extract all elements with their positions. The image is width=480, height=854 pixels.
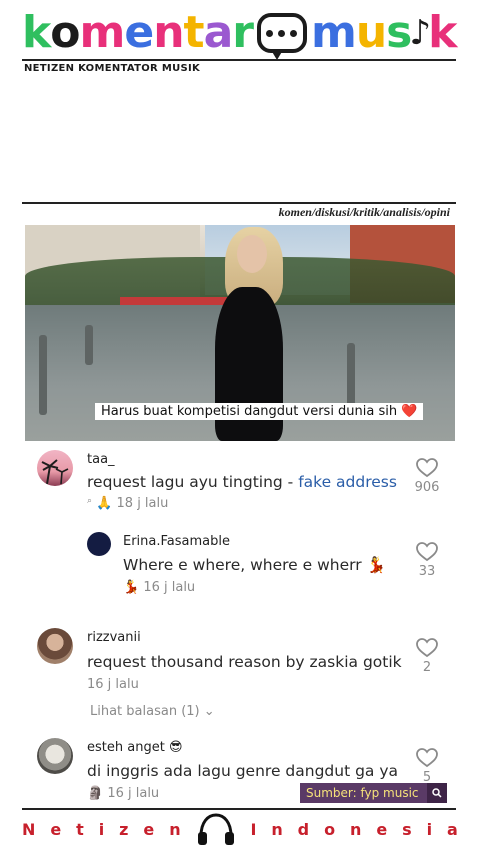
comment-meta: 🗿 16 j lalu: [87, 786, 159, 801]
comment-username[interactable]: Erina.Fasamable: [123, 534, 230, 549]
comment-meta: ⌕ 🙏 18 j lalu: [87, 496, 168, 511]
logo-letter: k: [428, 7, 457, 58]
heart-icon: [416, 748, 438, 768]
meta-emoji: 🗿: [87, 786, 104, 801]
heart-icon: [416, 458, 438, 478]
cat-avatar[interactable]: [37, 738, 73, 774]
footer-letter: z: [119, 819, 129, 839]
like-button[interactable]: 906: [407, 458, 447, 495]
footer-letter: d: [297, 819, 310, 839]
comment-time: 16 j lalu: [143, 580, 196, 595]
view-replies-button[interactable]: Lihat balasan (1) ⌄: [90, 704, 215, 719]
heart-icon: [416, 542, 438, 562]
logo-letter: e: [124, 7, 154, 58]
text-emoji: 💃: [366, 556, 386, 574]
chat-bubble-icon: [256, 13, 307, 60]
source-label: Sumber: fyp music: [306, 786, 419, 800]
comment-text: Where e where, where e wherr 💃: [123, 556, 386, 574]
footer-letter: i: [426, 819, 433, 839]
footer-letter: e: [50, 819, 62, 839]
meta-emoji: 🙏: [96, 496, 113, 511]
footer-letter: N: [22, 819, 36, 839]
logo-letter: a: [203, 7, 234, 58]
view-replies-label: Lihat balasan (1): [90, 704, 200, 719]
logo-letter: n: [153, 7, 184, 58]
like-button[interactable]: 33: [407, 542, 447, 579]
tagline-divider: [22, 202, 456, 204]
logo-letter: m: [79, 7, 126, 58]
tagline: komen/diskusi/kritik/analisis/opini: [278, 205, 450, 219]
comment-body: request lagu ayu tingting -: [87, 473, 299, 491]
footer-letter: a: [447, 819, 458, 839]
search-icon[interactable]: [426, 783, 447, 803]
music-note-icon: ♪: [409, 13, 431, 53]
video-person-face: [237, 235, 267, 273]
footer-letter: I: [250, 819, 257, 839]
like-button[interactable]: 5: [407, 748, 447, 785]
like-count: 906: [414, 480, 440, 495]
footer-letter: e: [376, 819, 388, 839]
video-frame[interactable]: Harus buat kompetisi dangdut versi dunia…: [25, 225, 455, 441]
brand-logo: k o m e n t a r m u s ♪ k: [22, 7, 457, 60]
footer-letter: i: [98, 819, 105, 839]
comment-meta: 💃 16 j lalu: [123, 580, 195, 595]
footer-letter: s: [402, 819, 412, 839]
logo-letter: u: [355, 7, 387, 58]
video-post: [39, 335, 47, 415]
video-flowers: [120, 297, 240, 305]
source-badge: Sumber: fyp music: [300, 783, 447, 803]
header-divider: [22, 59, 456, 61]
comment-username[interactable]: esteh anget 😎: [87, 740, 183, 755]
heart-icon: [416, 638, 438, 658]
search-tiny-icon: ⌕: [87, 496, 93, 506]
palm-avatar[interactable]: [37, 450, 73, 486]
logo-letter: r: [232, 7, 254, 58]
navy-avatar[interactable]: [87, 532, 111, 556]
chevron-down-icon: ⌄: [203, 704, 215, 719]
like-button[interactable]: 2: [407, 638, 447, 675]
footer-letter: n: [350, 819, 362, 839]
like-count: 2: [422, 660, 432, 675]
meta-emoji: 💃: [123, 580, 140, 595]
comment-meta: 16 j lalu: [87, 677, 139, 692]
comment-username[interactable]: taa_: [87, 452, 115, 467]
footer-letter: n: [169, 819, 181, 839]
like-count: 33: [418, 564, 436, 579]
comment-time: 16 j lalu: [107, 786, 160, 801]
portrait-avatar[interactable]: [37, 628, 73, 664]
username-text: esteh anget: [87, 740, 165, 755]
brand-subtitle: NETIZEN KOMENTATOR MUSIK: [24, 63, 201, 74]
headphones-icon: [197, 813, 234, 845]
video-caption: Harus buat kompetisi dangdut versi dunia…: [95, 403, 424, 420]
footer-divider: [22, 808, 456, 810]
comment-text: di inggris ada lagu genre dangdut ga ya: [87, 762, 399, 780]
logo-letter: o: [50, 7, 80, 58]
logo-letter: s: [386, 7, 412, 58]
logo-letter: t: [183, 7, 205, 58]
comment-time: 16 j lalu: [87, 677, 139, 692]
comment-username[interactable]: rizzvanii: [87, 630, 141, 645]
comment-text: request thousand reason by zaskia gotik: [87, 653, 402, 671]
footer-brand: N e t i z e n I n d o n e s i a: [22, 812, 458, 846]
logo-letter: k: [22, 7, 51, 58]
comment-text: request lagu ayu tingting - fake address: [87, 473, 397, 491]
caption-text: Harus buat kompetisi dangdut versi dunia…: [101, 404, 398, 419]
username-emoji: 😎: [168, 740, 183, 755]
footer-letter: e: [143, 819, 155, 839]
footer-letter: t: [76, 819, 84, 839]
comment-body: Where e where, where e wherr: [123, 556, 362, 574]
heart-emoji: ❤️: [401, 404, 418, 419]
video-post: [85, 325, 93, 365]
logo-letter: m: [310, 7, 357, 58]
search-link[interactable]: fake address: [298, 473, 397, 491]
footer-letter: o: [324, 819, 336, 839]
comment-time: 18 j lalu: [116, 496, 169, 511]
footer-letter: n: [271, 819, 283, 839]
